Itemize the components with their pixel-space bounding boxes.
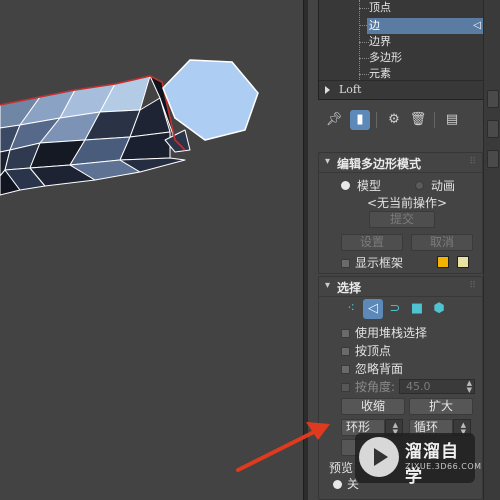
watermark-logo: 溜溜自学 ZIXUE.3D66.COM <box>355 433 481 487</box>
watermark-subtitle: ZIXUE.3D66.COM <box>405 462 482 471</box>
play-logo-icon <box>359 437 399 477</box>
annotation-arrow <box>236 422 330 472</box>
